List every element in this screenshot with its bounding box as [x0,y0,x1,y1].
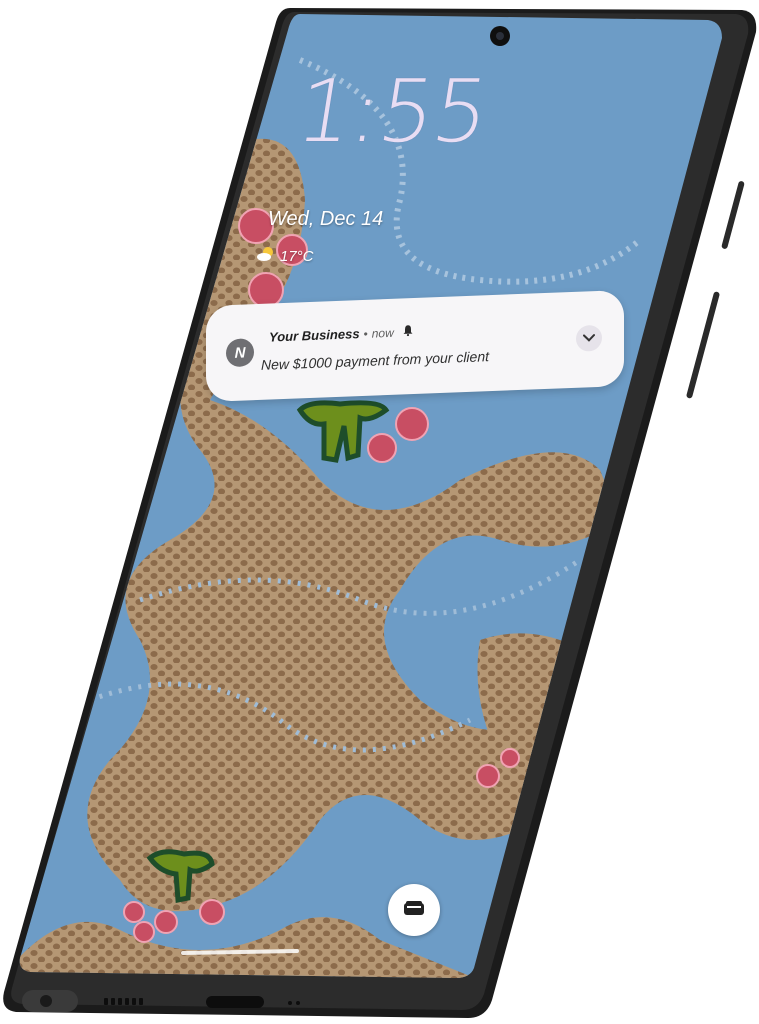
notification-time: now [371,325,394,341]
lockscreen-clock: 1:55 [290,62,496,162]
bell-icon [402,324,414,339]
wallet-icon [403,900,425,921]
partly-cloudy-icon [256,246,276,266]
notification-app-name: Your Business [269,326,360,345]
wallet-shortcut-button[interactable] [388,884,440,936]
app-avatar: N [226,338,254,368]
notification-card[interactable]: N Your Business • now New $1000 payment … [206,289,624,402]
weather-temperature: 17°C [280,247,314,265]
notification-header: Your Business • now [269,324,414,345]
weather-widget[interactable]: 17°C [256,246,314,266]
lockscreen-date: Wed, Dec 14 [268,208,384,230]
notification-message: New $1000 payment from your client [261,348,489,373]
expand-notification-button[interactable] [576,324,602,352]
chevron-down-icon [583,329,595,347]
notification-separator: • [363,326,368,341]
phone-mockup: 1:55 Wed, Dec 14 17°C N Your Business • … [0,0,759,1024]
home-gesture-bar[interactable] [180,948,300,956]
